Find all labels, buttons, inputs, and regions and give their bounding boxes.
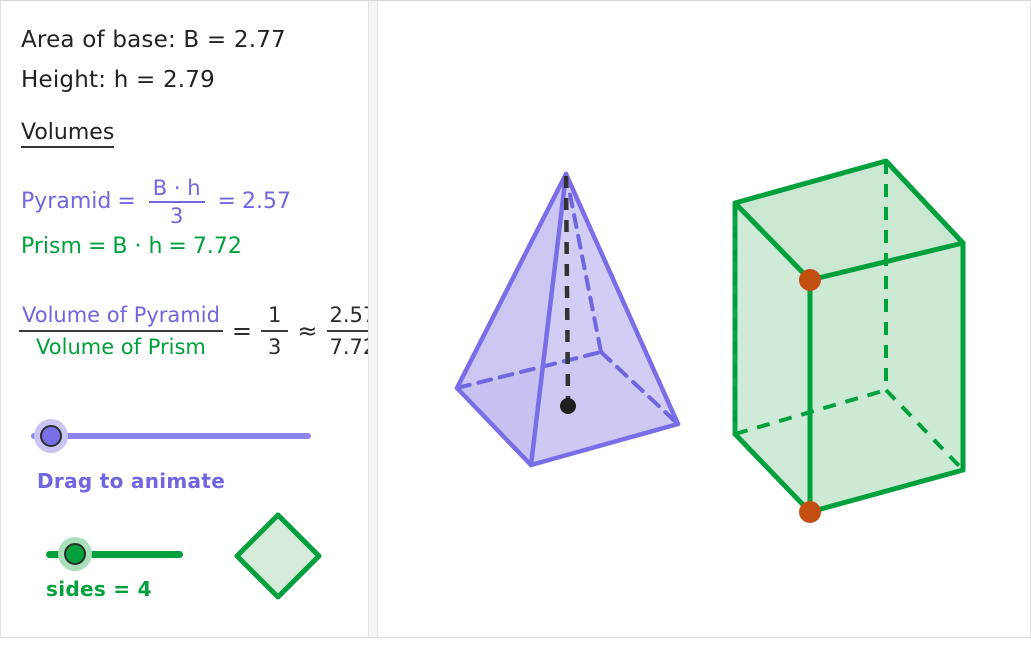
ratio-exact-denominator: 3	[268, 335, 282, 360]
animate-slider-label: Drag to animate	[37, 469, 226, 493]
rectangular-prism[interactable]	[732, 158, 966, 523]
ratio-approx-symbol: ≈	[297, 317, 318, 346]
prism-expression: B · h	[112, 234, 163, 259]
pyramid-fraction-denominator: 3	[169, 204, 184, 229]
pyramid-fraction-numerator: B · h	[152, 176, 201, 200]
ratio-fraction-bar	[19, 330, 223, 333]
applet-root: Area of base: B = 2.77 Height: h = 2.79 …	[0, 0, 1031, 645]
sides-slider-knob[interactable]	[64, 543, 86, 565]
prism-volume-formula: Prism = B · h = 7.72	[21, 236, 242, 258]
animate-slider[interactable]	[1, 1, 368, 453]
animate-slider-knob[interactable]	[40, 425, 62, 447]
volumes-heading: Volumes	[21, 122, 115, 148]
ratio-exact-numerator: 1	[268, 303, 282, 327]
volume-ratio-expression: Volume of Pyramid Volume of Prism = 1 3 …	[19, 303, 368, 359]
prism-label: Prism	[21, 234, 82, 259]
ratio-equals: =	[231, 317, 253, 346]
3d-shapes-canvas	[454, 158, 966, 523]
animate-slider-track[interactable]	[31, 433, 311, 439]
ratio-numeric-denominator: 7.72	[329, 335, 368, 360]
frame-bottom-border	[0, 637, 1031, 638]
pyramid-fraction-bar	[148, 201, 205, 204]
graphics-view[interactable]	[379, 1, 1030, 637]
prism-volume-value: 7.72	[192, 234, 242, 259]
pyramid-fraction: B · h 3	[148, 176, 205, 229]
prism-top-point[interactable]	[799, 269, 821, 291]
ratio-numeric-fraction: 2.57 7.72	[326, 303, 368, 360]
height-text: Height: h = 2.79	[21, 67, 215, 93]
prism-bottom-point[interactable]	[799, 501, 821, 523]
ratio-exact-fraction: 1 3	[261, 303, 289, 360]
pyramid-equals-2: =	[217, 189, 236, 215]
pyramid-label: Pyramid	[21, 189, 112, 215]
base-polygon-preview	[234, 512, 322, 600]
panel-divider[interactable]	[368, 1, 378, 637]
pyramid-volume-formula: Pyramid = B · h 3 = 2.57	[21, 177, 291, 227]
pyramid-equals-1: =	[117, 189, 136, 215]
prism-equals-2: =	[168, 234, 187, 259]
prism-equals-1: =	[87, 234, 107, 259]
ratio-numerator-label: Volume of Pyramid	[22, 303, 220, 327]
ratio-fraction: Volume of Pyramid Volume of Prism	[19, 303, 223, 359]
ratio-numeric-numerator: 2.57	[329, 303, 368, 327]
square-pyramid[interactable]	[454, 171, 681, 468]
pyramid-volume-value: 2.57	[241, 189, 291, 215]
sides-slider-label: sides = 4	[46, 577, 152, 601]
pyramid-height-foot-point[interactable]	[560, 398, 576, 414]
ratio-numeric-bar	[326, 330, 368, 333]
base-polygon-shape	[234, 512, 322, 600]
ratio-denominator-label: Volume of Prism	[36, 335, 206, 360]
algebra-panel: Area of base: B = 2.77 Height: h = 2.79 …	[1, 1, 368, 637]
ratio-exact-bar	[261, 330, 289, 333]
